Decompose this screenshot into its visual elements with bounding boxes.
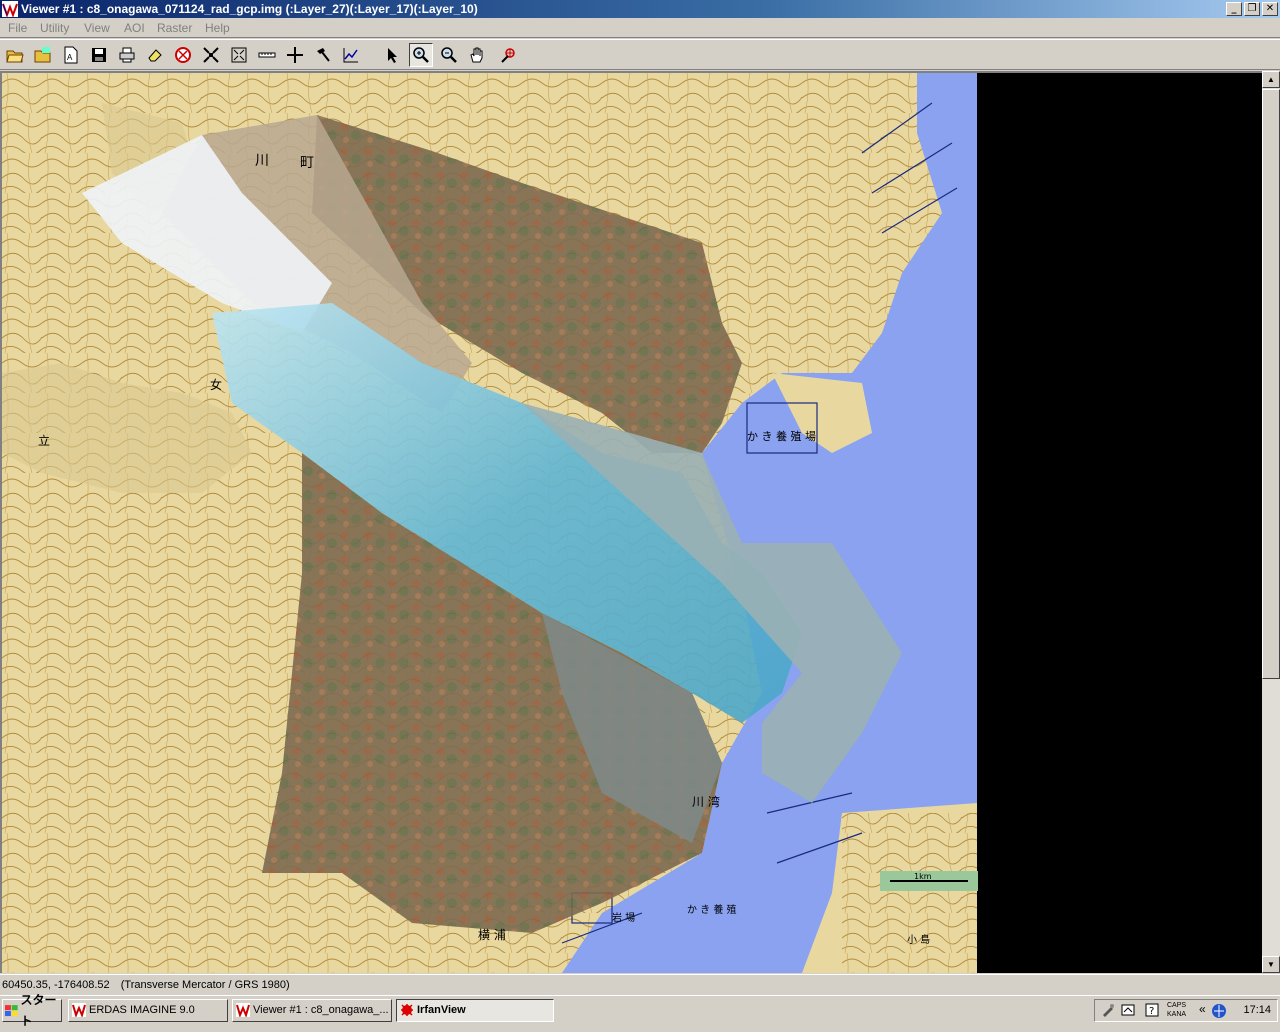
profile-icon [343,48,358,63]
menu-view[interactable]: View [82,20,112,36]
menu-help[interactable]: Help [203,20,232,36]
hammer-icon [317,48,330,62]
color-wheel-icon [175,47,191,63]
pen-tool-icon[interactable] [1101,1003,1115,1017]
caps-label: CAPS [1167,1002,1187,1009]
system-tray: ? CAPS KANA « 17:14 [1094,999,1278,1022]
svg-text:A: A [67,53,73,62]
hammer-button[interactable] [311,43,335,67]
status-projection: (Transverse Mercator / GRS 1980) [120,979,290,991]
print-button[interactable] [115,43,139,67]
map-label-south-c: 岩 場 [612,911,635,924]
map-label-left-a: 女 [210,377,222,392]
caps-kana-indicator: CAPS KANA [1167,1001,1186,1019]
close-button[interactable]: ✕ [1262,2,1278,16]
open-layer-button[interactable] [31,43,55,67]
inquire-button[interactable] [497,43,521,67]
scroll-up-arrow-icon[interactable]: ▲ [1262,71,1280,88]
open-folder-icon [6,50,24,63]
pointer-button[interactable] [381,43,405,67]
measure-icon [258,52,276,58]
task-viewer-label: Viewer #1 : c8_onagawa_... [253,1004,389,1016]
open-layer-icon [34,47,51,63]
clock: 17:14 [1243,1004,1271,1016]
inquire-icon [501,48,515,63]
map-label-cho: 町 [300,155,314,171]
crosshair-button[interactable] [283,43,307,67]
zoom-in-icon [413,47,429,63]
map-label-left-b: 立 [38,433,50,448]
eraser-icon [148,49,162,62]
task-erdas-label: ERDAS IMAGINE 9.0 [89,1004,195,1016]
maximize-button[interactable]: ❐ [1244,2,1260,16]
map-viewport[interactable]: 川 町 か き 養 殖 場 川 湾 女 立 横 浦 か き 養 殖 岩 場 小 … [0,71,1262,973]
menu-bar: File Utility View AOI Raster Help [0,18,1280,38]
menu-utility[interactable]: Utility [38,20,71,36]
vertical-scrollbar[interactable]: ▲ ▼ [1262,71,1280,973]
viewer-icon [236,1003,250,1017]
erdas-app-icon[interactable] [2,1,18,17]
menu-aoi[interactable]: AOI [122,20,147,36]
zoom-out-icon [441,47,457,63]
crosshair-icon [287,47,303,63]
new-doc-icon: A [64,46,78,64]
map-label-bay-south: 川 湾 [692,794,720,809]
zoom-center-button[interactable] [199,43,223,67]
svg-text:?: ? [1149,1006,1154,1017]
map-label-oyster-bay: か き 養 殖 場 [747,429,816,443]
map-label-se: 小 島 [907,933,930,946]
pointer-icon [388,48,397,63]
erdas-icon [72,1003,86,1017]
toolbar: A [0,39,1280,70]
start-button[interactable]: スタート [2,993,62,1028]
open-folder-button[interactable] [3,43,27,67]
menu-file[interactable]: File [6,20,29,36]
map-canvas[interactable]: 川 町 か き 養 殖 場 川 湾 女 立 横 浦 か き 養 殖 岩 場 小 … [2,73,1262,973]
status-bar: 60450.35, -176408.52 (Transverse Mercato… [0,974,1280,994]
task-erdas[interactable]: ERDAS IMAGINE 9.0 [68,999,228,1022]
task-irfanview-label: IrfanView [417,1004,466,1016]
task-irfanview[interactable]: IrfanView [396,999,554,1022]
fit-window-button[interactable] [227,43,251,67]
new-doc-button[interactable]: A [59,43,83,67]
scroll-thumb[interactable] [1262,89,1280,679]
print-icon [119,47,135,63]
fit-window-icon [231,47,247,63]
task-viewer[interactable]: Viewer #1 : c8_onagawa_... [232,999,392,1022]
map-label-south-b: か き 養 殖 [687,903,737,916]
irfanview-icon [401,1004,413,1016]
zoom-out-button[interactable] [437,43,461,67]
minimize-button[interactable]: _ [1226,2,1242,16]
measure-button[interactable] [255,43,279,67]
help-icon[interactable]: ? [1145,1003,1159,1017]
map-label-south-a: 横 浦 [478,928,506,942]
windows-logo-icon [5,1004,18,1016]
taskbar: スタート ERDAS IMAGINE 9.0 Viewer #1 : c8_on… [0,993,1280,1028]
window-title: Viewer #1 : c8_onagawa_071124_rad_gcp.im… [21,2,478,16]
scroll-down-arrow-icon[interactable]: ▼ [1262,956,1280,973]
zoom-in-button[interactable] [409,43,433,67]
map-label-kawa: 川 [255,153,269,169]
tray-expand-icon[interactable]: « [1199,1002,1206,1016]
ime-pad-icon[interactable] [1121,1003,1135,1017]
pan-hand-button[interactable] [465,43,489,67]
save-button[interactable] [87,43,111,67]
pan-hand-icon [470,47,483,63]
profile-button[interactable] [339,43,363,67]
network-globe-icon[interactable] [1211,1003,1227,1019]
color-wheel-button[interactable] [171,43,195,67]
title-bar: Viewer #1 : c8_onagawa_071124_rad_gcp.im… [0,0,1280,18]
eraser-button[interactable] [143,43,167,67]
menu-raster[interactable]: Raster [155,20,194,36]
zoom-center-icon [203,47,219,63]
kana-label: KANA [1167,1011,1187,1018]
start-label: スタート [20,992,57,1028]
save-icon [92,48,106,62]
scale-bar-label: 1km [914,872,932,881]
scale-bar: 1km [880,871,978,891]
